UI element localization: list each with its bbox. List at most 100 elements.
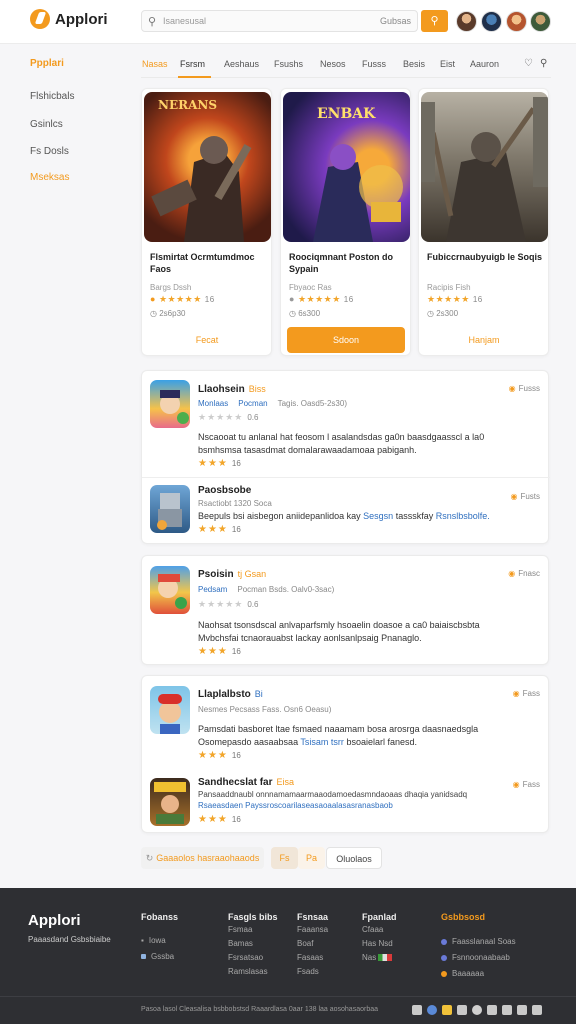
app-icon[interactable]: [150, 686, 190, 734]
warrior-figure: [151, 136, 252, 242]
featured-card[interactable]: Fubiccrnaubyuigb le Soqis Racipis Fish ★…: [418, 88, 549, 356]
star-rating: ★★★★★ 16: [427, 294, 483, 304]
load-more-button[interactable]: ↻ Gaaaolos hasraaohaaods: [141, 847, 264, 869]
app-icon[interactable]: [150, 566, 190, 614]
footer-link[interactable]: Baaaaaa: [441, 969, 484, 978]
social-icon[interactable]: [532, 1005, 542, 1015]
footer-link[interactable]: Cfaaa: [362, 925, 383, 934]
tab[interactable]: Nesos: [320, 59, 346, 69]
social-icon[interactable]: [472, 1005, 482, 1015]
footer-link[interactable]: Nas: [362, 953, 393, 962]
search-bar[interactable]: ⚲ Isanesusal Gubsas: [141, 10, 418, 32]
tab[interactable]: Aeshaus: [224, 59, 259, 69]
footer-link[interactable]: Faaansa: [297, 925, 328, 934]
footer-link[interactable]: Fsads: [297, 967, 319, 976]
footer-link[interactable]: Faasslanaal Soas: [441, 937, 516, 946]
user-rating: ★★★ 16: [198, 646, 241, 657]
tab[interactable]: Besis: [403, 59, 425, 69]
review-text: Nscaooat tu anlanal hat feosom l asaland…: [198, 432, 485, 455]
like-button[interactable]: ◉ Fusss: [509, 384, 540, 393]
footer-link[interactable]: Bamas: [228, 939, 253, 948]
avatar[interactable]: [481, 11, 502, 32]
card-button[interactable]: Fecat: [148, 327, 266, 353]
avatar[interactable]: [530, 11, 551, 32]
card-button[interactable]: Sdoon: [287, 327, 405, 353]
tab[interactable]: Nasas: [142, 59, 168, 69]
like-button[interactable]: ◉ Fass: [513, 689, 540, 698]
game-artwork: ENBAK: [283, 92, 410, 242]
tab[interactable]: Aauron: [470, 59, 499, 69]
item-link[interactable]: Rsaeasdaen Payssroscoarilaseasaoaalasasr…: [198, 801, 403, 810]
social-icon[interactable]: [487, 1005, 497, 1015]
card-button[interactable]: Hanjam: [425, 327, 543, 353]
globe-icon: [441, 938, 447, 945]
card-title[interactable]: Fubiccrnaubyuigb le Soqis: [427, 251, 545, 263]
like-button[interactable]: ◉ Fnasc: [508, 569, 540, 578]
footer-link[interactable]: Gssba: [141, 952, 174, 961]
user-rating: ★★★ 16: [198, 458, 241, 469]
social-icon[interactable]: [517, 1005, 527, 1015]
featured-card[interactable]: ENBAK Roociqmnant Poston do Sypain Fbyao…: [280, 88, 411, 356]
next-page-button[interactable]: Oluolaos: [326, 847, 382, 869]
tab-active[interactable]: Fsrsm: [180, 59, 205, 69]
social-icon[interactable]: [442, 1005, 452, 1015]
page-button[interactable]: Fs: [271, 847, 298, 869]
sidebar-item-active[interactable]: Mseksas: [30, 172, 69, 183]
like-icon: ◉: [512, 689, 520, 698]
social-icon[interactable]: [457, 1005, 467, 1015]
user-rating: ★★★ 16: [198, 814, 241, 825]
search-icon[interactable]: ⚲: [540, 58, 547, 69]
footer-link[interactable]: ▪ Iowa: [141, 936, 166, 945]
like-icon: ◉: [510, 492, 518, 501]
knight-figure: [421, 97, 548, 242]
app-icon[interactable]: [150, 380, 190, 428]
app-logo-icon[interactable]: [30, 9, 50, 29]
avatar[interactable]: [456, 11, 477, 32]
footer-logo[interactable]: Applori: [28, 912, 81, 929]
item-meta: Nesmes Pecsass Fass. Osn6 Oeasu): [198, 705, 332, 714]
item-title[interactable]: Paosbsobe: [198, 485, 251, 496]
sidebar-item[interactable]: Fs Dosls: [30, 146, 69, 157]
like-button[interactable]: ◉ Fusts: [510, 492, 540, 501]
footer-link[interactable]: Has Nsd: [362, 939, 393, 948]
card-title[interactable]: Flsmirtat Ocrmtumdmoc Faos: [150, 251, 268, 275]
review-panel: Psoisin tj Gsan Pedsam Pocman Bsds. Oalv0-…: [141, 555, 549, 665]
footer-link[interactable]: Boaf: [297, 939, 313, 948]
footer-link[interactable]: Ramslasas: [228, 967, 268, 976]
globe-icon[interactable]: [427, 1005, 437, 1015]
footer-heading: Gsbbsosd: [441, 912, 486, 922]
footer-link[interactable]: Fsnnoonaabaab: [441, 953, 510, 962]
search-input[interactable]: Isanesusal: [163, 16, 206, 26]
featured-card[interactable]: NERANS Flsmirtat Ocrmtumdmoc Faos Bargs …: [141, 88, 272, 356]
footer-link[interactable]: Fsmaa: [228, 925, 252, 934]
page-button[interactable]: Pa: [298, 847, 325, 869]
like-button[interactable]: ◉ Fass: [513, 780, 540, 789]
search-category[interactable]: Gubsas: [380, 16, 411, 26]
footer-link[interactable]: Fasaas: [297, 953, 323, 962]
divider: [142, 477, 550, 478]
item-title[interactable]: Llaplalbsto Bi: [198, 689, 263, 700]
bell-icon[interactable]: ♡: [524, 58, 533, 69]
item-title[interactable]: Psoisin tj Gsan: [198, 569, 266, 580]
avatar[interactable]: [506, 11, 527, 32]
card-title[interactable]: Roociqmnant Poston do Sypain: [289, 251, 407, 275]
tab[interactable]: Eist: [440, 59, 455, 69]
card-subtitle: Racipis Fish: [427, 283, 471, 292]
tab[interactable]: Fusss: [362, 59, 386, 69]
social-icon[interactable]: [502, 1005, 512, 1015]
sidebar-item[interactable]: Gsinlcs: [30, 119, 63, 130]
tab[interactable]: Fsushs: [274, 59, 303, 69]
footer-link[interactable]: Fsrsatsao: [228, 953, 263, 962]
star-icon: [441, 970, 447, 977]
item-meta: Pansaaddnaubl onnnamamaarmaaodamoedasmnd…: [198, 790, 468, 799]
search-button[interactable]: ⚲: [421, 10, 448, 32]
character-icon: [158, 574, 187, 609]
social-icon[interactable]: [412, 1005, 422, 1015]
app-icon[interactable]: [150, 778, 190, 826]
item-title[interactable]: Sandhecslat far Eisa: [198, 777, 294, 788]
app-icon[interactable]: [150, 485, 190, 533]
character-icon: [154, 782, 186, 824]
app-logo-text[interactable]: Applori: [55, 11, 108, 28]
item-title[interactable]: Llaohsein Biss: [198, 384, 266, 395]
sidebar-item[interactable]: Flshicbals: [30, 91, 74, 102]
